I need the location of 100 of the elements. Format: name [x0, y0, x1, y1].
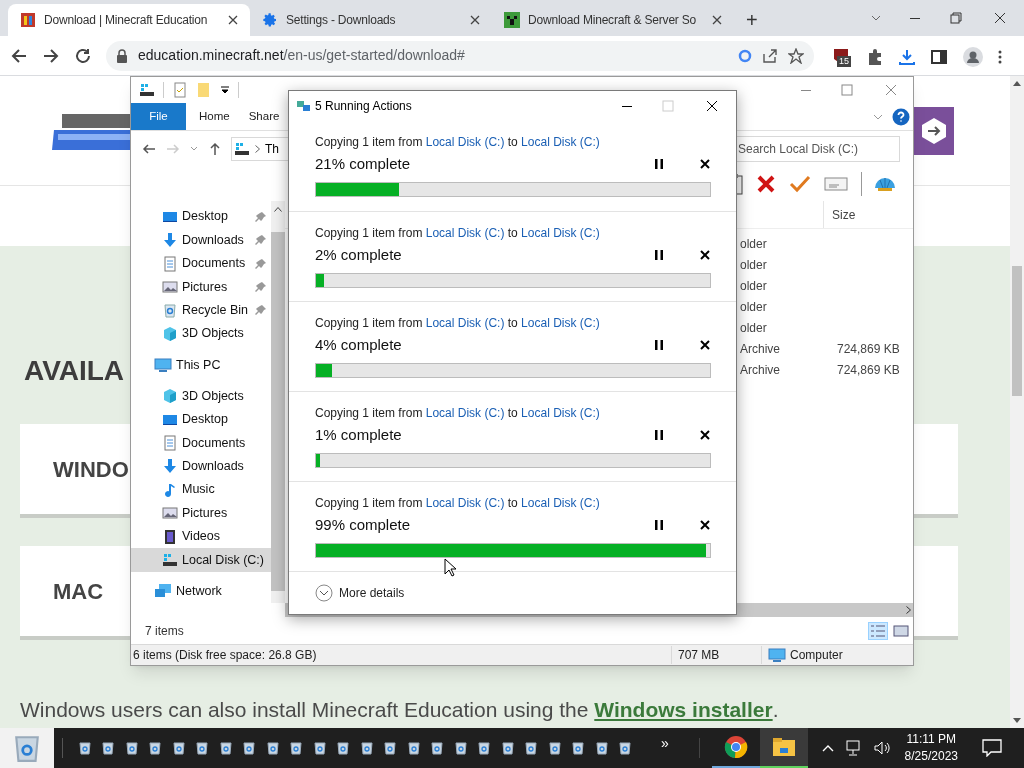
- folder-icon: [771, 737, 796, 757]
- destination-link[interactable]: Local Disk (C:): [521, 226, 600, 240]
- nav-item[interactable]: 3D Objects: [131, 322, 271, 346]
- sign-in-button[interactable]: [914, 106, 954, 155]
- progress-text: 99% complete: [315, 515, 412, 535]
- scrollbar[interactable]: [271, 201, 285, 603]
- address-field[interactable]: education.minecraft.net/en-us/get-started/download#: [106, 40, 814, 71]
- speaker-icon: [872, 740, 891, 756]
- new-tab-button[interactable]: +: [734, 4, 770, 36]
- source-link[interactable]: Local Disk (C:): [425, 406, 505, 420]
- nav-item[interactable]: Network: [131, 579, 271, 603]
- nav-label: 3D Objects: [182, 325, 245, 343]
- item-count: 7 items: [145, 622, 185, 640]
- pin-icon: [255, 210, 267, 223]
- recycle-bin-icon: [359, 741, 374, 755]
- nav-item[interactable]: Documents: [131, 431, 271, 455]
- ribbon-tab[interactable]: File: [131, 103, 186, 130]
- nav-item[interactable]: Pictures: [131, 275, 271, 299]
- type-cell-text: older: [739, 235, 768, 253]
- chrome-icon: [723, 735, 748, 759]
- google-logo-icon: [738, 48, 752, 63]
- recycle-bin-icon: [101, 741, 116, 755]
- copy-description: Copying 1 item from Local Disk (C:) to Local Disk (C:): [315, 134, 601, 151]
- drive-icon: [234, 141, 250, 157]
- page-scrollbar[interactable]: [1010, 76, 1024, 728]
- tab-title: Download | Minecraft Education: [44, 12, 209, 29]
- source-link[interactable]: Local Disk (C:): [425, 135, 505, 149]
- chevron-right-icon: [255, 145, 260, 153]
- nav-item[interactable]: Desktop: [131, 407, 271, 432]
- nav-item[interactable]: Local Disk (C:): [131, 548, 271, 572]
- taskbar-app[interactable]: [759, 728, 808, 768]
- nav-item[interactable]: Downloads: [131, 228, 271, 252]
- nav-item[interactable]: Desktop: [131, 205, 271, 229]
- shell-icon: [875, 177, 895, 191]
- pin-icon: [255, 280, 267, 293]
- source-link[interactable]: Local Disk (C:): [425, 496, 505, 510]
- details-view-button[interactable]: [868, 621, 888, 640]
- close-icon: [700, 340, 710, 351]
- drive-icon: [139, 82, 155, 98]
- source-link[interactable]: Local Disk (C:): [425, 316, 505, 330]
- recycle-bin-icon: [171, 741, 186, 755]
- scrollbar-thumb[interactable]: [1012, 266, 1022, 396]
- extension-badge: 15: [837, 56, 851, 67]
- tab-title: Download Minecraft & Server So: [528, 12, 698, 29]
- copy-description: Copying 1 item from Local Disk (C:) to Local Disk (C:): [315, 225, 601, 242]
- ribbon-tab[interactable]: Share: [235, 103, 286, 130]
- clock-date[interactable]: 8/25/2023: [904, 748, 958, 765]
- nav-label: Pictures: [182, 504, 229, 522]
- installer-link[interactable]: Windows installer: [594, 698, 773, 721]
- close-icon: [700, 520, 710, 531]
- ribbon-tab[interactable]: Home: [186, 103, 236, 130]
- recycle-bin-icon: [265, 741, 280, 755]
- recycle-bin-icon: [77, 741, 92, 755]
- nav-item[interactable]: 3D Objects: [131, 384, 271, 408]
- destination-link[interactable]: Local Disk (C:): [521, 135, 600, 149]
- browser-tab[interactable]: Download | Minecraft Education: [8, 4, 250, 36]
- more-details-button[interactable]: More details: [315, 584, 405, 602]
- side-panel-icon: [930, 48, 948, 66]
- nav-item[interactable]: Videos: [131, 524, 271, 549]
- destination-link[interactable]: Local Disk (C:): [521, 316, 600, 330]
- cube-icon: [162, 325, 178, 342]
- destination-link[interactable]: Local Disk (C:): [521, 496, 600, 510]
- share-icon: [762, 47, 778, 64]
- clock-time[interactable]: 11:11 PM: [906, 731, 957, 748]
- close-icon: [712, 15, 722, 25]
- puzzle-icon: [866, 48, 884, 66]
- checkmark-icon: [789, 175, 811, 193]
- pin-icon: [255, 304, 267, 317]
- network-icon: [844, 740, 863, 756]
- nav-item[interactable]: Music: [131, 478, 271, 502]
- nav-item[interactable]: Downloads: [131, 454, 271, 479]
- type-cell-text: older: [739, 319, 768, 337]
- nav-label: Recycle Bin: [182, 301, 249, 319]
- nav-item[interactable]: Recycle Bin: [131, 298, 271, 323]
- nav-item[interactable]: Documents: [131, 251, 271, 276]
- overflow-chevron[interactable]: »: [661, 732, 669, 754]
- source-link[interactable]: Local Disk (C:): [425, 226, 505, 240]
- recycle-bin-icon: [524, 741, 539, 755]
- minimize-icon: [801, 89, 811, 91]
- browser-tab[interactable]: Settings - Downloads: [250, 4, 492, 36]
- type-cell-text: older: [739, 256, 768, 274]
- copy-description: Copying 1 item from Local Disk (C:) to Local Disk (C:): [315, 315, 601, 332]
- tab-title: Settings - Downloads: [286, 12, 397, 29]
- column-header[interactable]: Size: [823, 201, 903, 228]
- nav-item[interactable]: Pictures: [131, 501, 271, 525]
- arrow-right-icon: [921, 116, 947, 145]
- delete-cross-icon: [756, 174, 776, 194]
- destination-link[interactable]: Local Disk (C:): [521, 406, 600, 420]
- nav-item[interactable]: This PC: [131, 353, 271, 377]
- browser-tab[interactable]: Download Minecraft & Server So: [492, 4, 734, 36]
- recycle-bin-icon: [547, 741, 562, 755]
- status-location: Computer: [790, 647, 843, 664]
- chevron-right-icon: [906, 606, 911, 614]
- desktop-recycle-bin[interactable]: [0, 728, 54, 768]
- download-icon: [898, 48, 916, 66]
- size-cell-text: 724,869 KB: [837, 361, 899, 379]
- preview-view-button[interactable]: [892, 623, 910, 638]
- pin-icon: [255, 257, 267, 270]
- recycle-bin-icon: [312, 741, 327, 755]
- minimize-icon: [622, 105, 632, 107]
